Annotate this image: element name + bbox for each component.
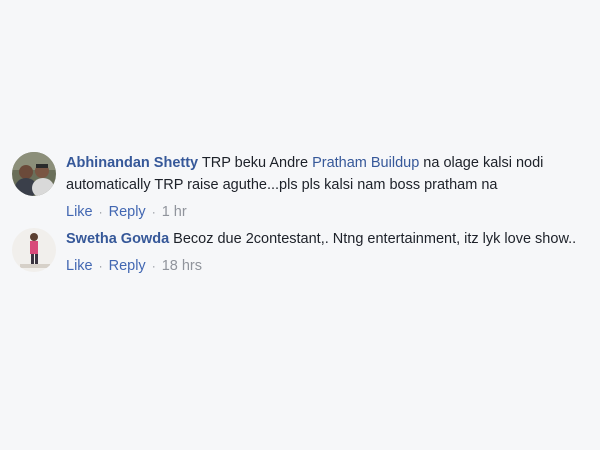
reply-button[interactable]: Reply	[109, 258, 146, 274]
comment-body: Abhinandan Shetty TRP beku Andre Pratham…	[66, 152, 586, 222]
comment-text-part: TRP beku Andre	[198, 155, 313, 171]
mention-link[interactable]: Pratham Buildup	[312, 155, 419, 171]
avatar-photo-icon[interactable]	[12, 152, 56, 196]
like-button[interactable]: Like	[66, 258, 93, 274]
reply-button[interactable]: Reply	[109, 204, 146, 220]
separator-dot: ·	[98, 205, 103, 219]
comment-actions: Like · Reply · 1 hr	[66, 202, 586, 222]
separator-dot: ·	[98, 259, 103, 273]
comment-text: Swetha Gowda Becoz due 2contestant,. Ntn…	[66, 228, 586, 250]
comment-body: Swetha Gowda Becoz due 2contestant,. Ntn…	[66, 228, 586, 276]
timestamp-link[interactable]: 1 hr	[162, 204, 187, 220]
comment-text: Abhinandan Shetty TRP beku Andre Pratham…	[66, 152, 586, 196]
comment-actions: Like · Reply · 18 hrs	[66, 256, 586, 276]
comment-author-link[interactable]: Swetha Gowda	[66, 231, 169, 247]
comment-text-part: Becoz due 2contestant,. Ntng entertainme…	[169, 231, 577, 247]
timestamp-link[interactable]: 18 hrs	[162, 258, 202, 274]
avatar-photo-icon[interactable]	[12, 228, 56, 272]
comment-author-link[interactable]: Abhinandan Shetty	[66, 155, 198, 171]
separator-dot: ·	[151, 259, 156, 273]
like-button[interactable]: Like	[66, 204, 93, 220]
separator-dot: ·	[151, 205, 156, 219]
